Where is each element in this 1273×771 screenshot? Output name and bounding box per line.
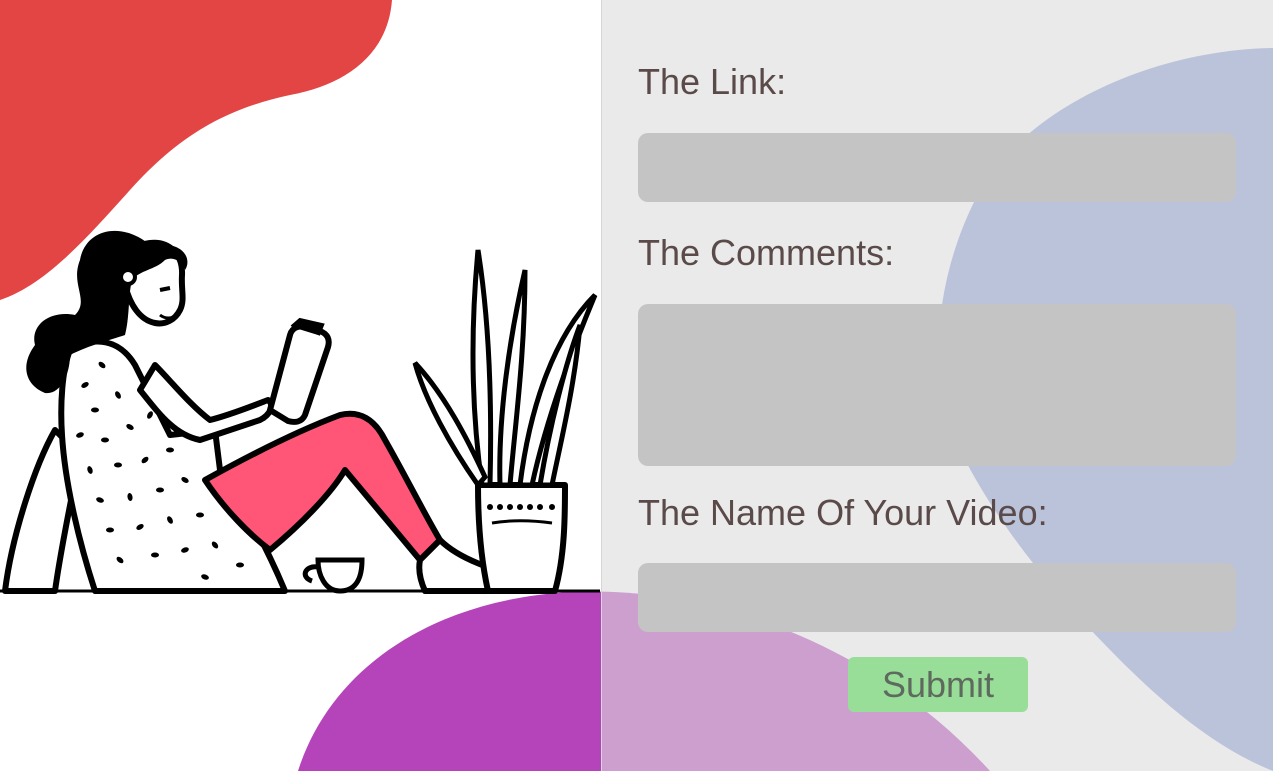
comments-input[interactable] — [638, 304, 1236, 466]
book — [267, 323, 332, 425]
link-input[interactable] — [638, 133, 1236, 202]
ear — [119, 268, 137, 286]
cup — [302, 557, 365, 594]
woman-reading-illustration — [0, 230, 600, 594]
comments-label: The Comments: — [638, 232, 895, 273]
video-name-input[interactable] — [638, 563, 1236, 632]
video-name-label: The Name Of Your Video: — [638, 492, 1048, 533]
page: The Link: The Comments: The Name Of Your… — [0, 0, 1273, 771]
eye — [159, 286, 171, 292]
submit-button[interactable]: Submit — [848, 657, 1028, 712]
form-panel: The Link: The Comments: The Name Of Your… — [601, 0, 1273, 771]
link-label: The Link: — [638, 61, 787, 102]
